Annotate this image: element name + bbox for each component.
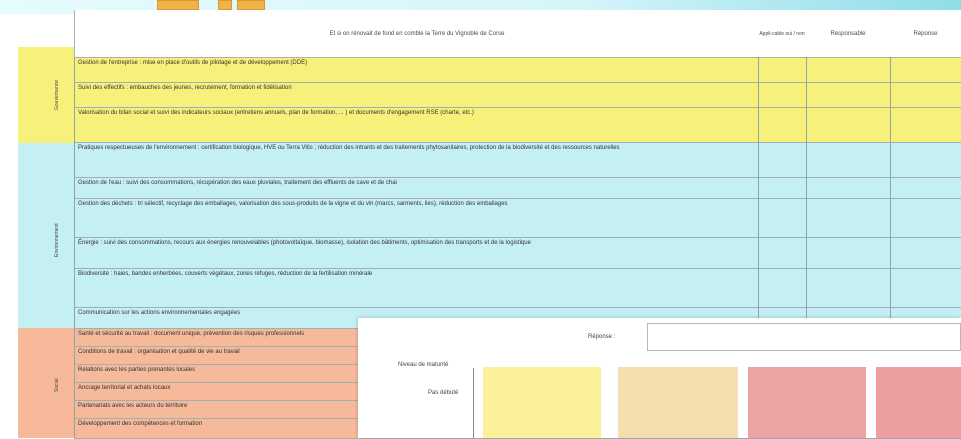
- table-row[interactable]: Gestion de l'eau : suivi des consommatio…: [74, 178, 961, 199]
- maturity-swatch-1[interactable]: [483, 367, 601, 438]
- response-label: Réponse :: [588, 334, 616, 340]
- maturity-swatch-4[interactable]: [876, 367, 961, 438]
- table-row[interactable]: Énergie : suivi des consommations, recou…: [74, 238, 961, 269]
- table-row[interactable]: Valorisation du bilan social et suivi de…: [74, 108, 961, 143]
- row-text: Valorisation du bilan social et suivi de…: [78, 110, 474, 116]
- section-label: Social: [54, 378, 60, 392]
- row-text: Communication sur les actions environnem…: [78, 310, 241, 316]
- maturity-label: Niveau de maturité: [398, 362, 449, 368]
- header-responsable: Responsable: [806, 10, 891, 58]
- grid-line: [806, 57, 807, 328]
- toolbar-button[interactable]: [237, 0, 265, 10]
- header-reponse: Réponse: [890, 10, 961, 58]
- toolbar-button[interactable]: [157, 0, 199, 10]
- row-text: Gestion des déchets : tri sélectif, recy…: [78, 201, 508, 207]
- toolbar-button[interactable]: [218, 0, 232, 10]
- row-text: Gestion de l'entreprise : mise en place …: [78, 60, 308, 66]
- section-label-column: Gouvernance Environnement Social: [18, 10, 74, 438]
- maturity-popup: Réponse : Niveau de maturité Pas débuté: [358, 318, 961, 438]
- table-row[interactable]: Biodiversité : haies, bandes enherbées, …: [74, 269, 961, 308]
- section-label: Gouvernance: [54, 79, 60, 111]
- row-text: Pratiques respectueuses de l'environneme…: [78, 145, 620, 151]
- section-gouvernance-cell: [18, 47, 74, 143]
- row-text: Gestion de l'eau : suivi des consommatio…: [78, 180, 397, 186]
- header-question: Et si on rénovait de fond en comble la T…: [74, 10, 760, 58]
- table-row[interactable]: Gestion des déchets : tri sélectif, recy…: [74, 199, 961, 238]
- maturity-swatch-2[interactable]: [618, 367, 738, 438]
- section-social-cell: [18, 328, 74, 438]
- row-text: Énergie : suivi des consommations, recou…: [78, 240, 531, 246]
- maturity-swatch-3[interactable]: [748, 367, 866, 438]
- row-text: Suivi des effectifs : embauches des jeun…: [78, 85, 292, 91]
- section-label: Environnement: [54, 223, 60, 257]
- grid-line: [890, 57, 891, 328]
- section-environnement-cell: [18, 143, 74, 328]
- status-label: Pas débuté: [428, 390, 459, 396]
- header-applicable: Appli-cable oui / non: [758, 10, 807, 58]
- table-row[interactable]: Gestion de l'entreprise : mise en place …: [74, 58, 961, 83]
- grid-line: [74, 57, 75, 438]
- row-text: Biodiversité : haies, bandes enherbées, …: [78, 271, 373, 277]
- scale-line: [473, 368, 474, 438]
- table-row[interactable]: Pratiques respectueuses de l'environneme…: [74, 143, 961, 178]
- table-row[interactable]: Suivi des effectifs : embauches des jeun…: [74, 83, 961, 108]
- response-input[interactable]: [647, 323, 961, 351]
- grid-line: [758, 57, 759, 328]
